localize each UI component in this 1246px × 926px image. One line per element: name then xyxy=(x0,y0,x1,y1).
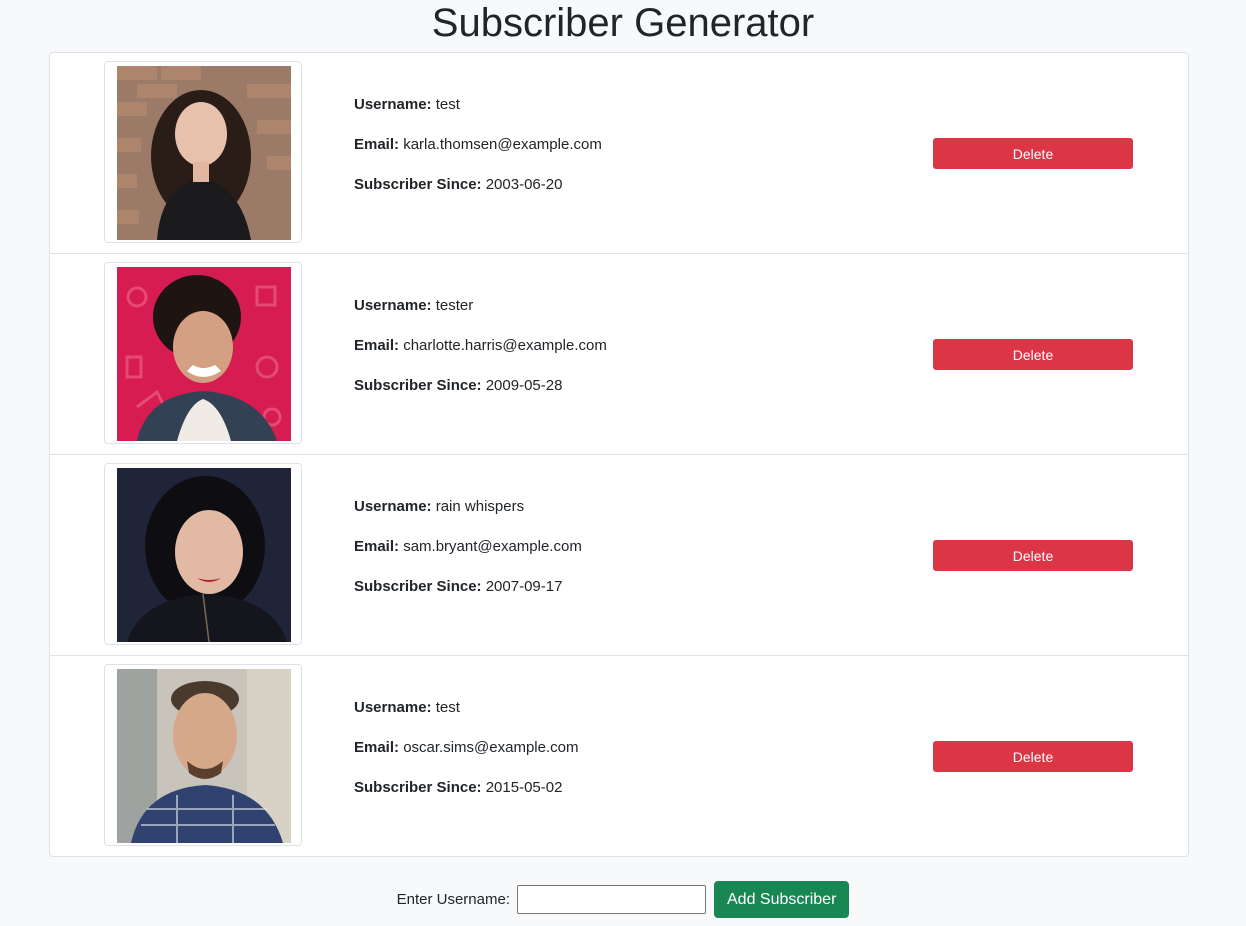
delete-button[interactable]: Delete xyxy=(933,339,1133,370)
username-line: Username: test xyxy=(354,697,578,719)
subscriber-row: Username: test Email: oscar.sims@example… xyxy=(50,656,1188,856)
email-value: karla.thomsen@example.com xyxy=(403,136,602,153)
avatar-frame xyxy=(104,262,302,444)
username-input[interactable] xyxy=(517,885,706,914)
email-label: Email: xyxy=(354,739,400,756)
email-value: oscar.sims@example.com xyxy=(403,739,579,756)
subscriber-row: Username: rain whispers Email: sam.bryan… xyxy=(50,455,1188,656)
avatar-frame xyxy=(104,664,302,846)
since-value: 2015-05-02 xyxy=(485,779,563,796)
email-line: Email: charlotte.harris@example.com xyxy=(354,335,607,357)
username-value: test xyxy=(435,699,460,716)
subscriber-info: Username: test Email: karla.thomsen@exam… xyxy=(354,94,602,214)
since-label: Subscriber Since: xyxy=(354,176,482,193)
since-label: Subscriber Since: xyxy=(354,779,482,796)
avatar xyxy=(117,468,291,642)
since-value: 2003-06-20 xyxy=(485,176,563,193)
email-line: Email: sam.bryant@example.com xyxy=(354,536,582,558)
since-label: Subscriber Since: xyxy=(354,578,482,595)
username-line: Username: tester xyxy=(354,295,607,317)
username-value: tester xyxy=(435,297,474,314)
subscriber-info: Username: tester Email: charlotte.harris… xyxy=(354,295,607,415)
email-value: charlotte.harris@example.com xyxy=(403,337,607,354)
subscriber-info: Username: rain whispers Email: sam.bryan… xyxy=(354,496,582,616)
since-label: Subscriber Since: xyxy=(354,377,482,394)
avatar xyxy=(117,66,291,240)
since-line: Subscriber Since: 2007-09-17 xyxy=(354,576,582,598)
subscriber-row: Username: test Email: karla.thomsen@exam… xyxy=(50,53,1188,254)
email-line: Email: oscar.sims@example.com xyxy=(354,737,578,759)
username-line: Username: rain whispers xyxy=(354,496,582,518)
avatar-frame xyxy=(104,61,302,243)
username-label: Username: xyxy=(354,297,432,314)
username-label: Username: xyxy=(354,498,432,515)
since-line: Subscriber Since: 2009-05-28 xyxy=(354,375,607,397)
delete-button[interactable]: Delete xyxy=(933,741,1133,772)
email-label: Email: xyxy=(354,136,400,153)
username-label: Username: xyxy=(354,96,432,113)
avatar xyxy=(117,267,291,441)
delete-button[interactable]: Delete xyxy=(933,540,1133,571)
avatar-frame xyxy=(104,463,302,645)
username-line: Username: test xyxy=(354,94,602,116)
since-line: Subscriber Since: 2003-06-20 xyxy=(354,174,602,196)
username-label: Username: xyxy=(354,699,432,716)
email-value: sam.bryant@example.com xyxy=(403,538,582,555)
add-subscriber-form: Enter Username: Add Subscriber xyxy=(0,881,1246,918)
subscriber-list: Username: test Email: karla.thomsen@exam… xyxy=(49,52,1189,857)
delete-button[interactable]: Delete xyxy=(933,138,1133,169)
since-value: 2009-05-28 xyxy=(485,377,563,394)
since-value: 2007-09-17 xyxy=(485,578,563,595)
username-input-label: Enter Username: xyxy=(396,891,510,908)
username-value: rain whispers xyxy=(435,498,525,515)
subscriber-row: Username: tester Email: charlotte.harris… xyxy=(50,254,1188,455)
email-label: Email: xyxy=(354,337,400,354)
email-label: Email: xyxy=(354,538,400,555)
since-line: Subscriber Since: 2015-05-02 xyxy=(354,777,578,799)
username-value: test xyxy=(435,96,460,113)
page-title: Subscriber Generator xyxy=(431,1,815,45)
avatar xyxy=(117,669,291,843)
email-line: Email: karla.thomsen@example.com xyxy=(354,134,602,156)
add-subscriber-button[interactable]: Add Subscriber xyxy=(714,881,850,918)
subscriber-info: Username: test Email: oscar.sims@example… xyxy=(354,697,578,817)
